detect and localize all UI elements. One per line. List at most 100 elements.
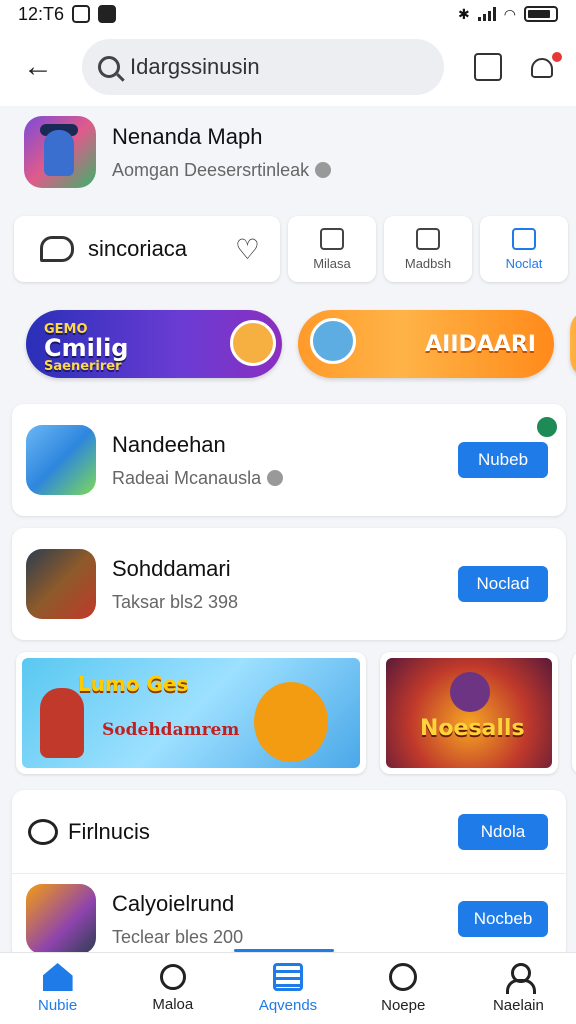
promo-card[interactable]: Noesalls: [380, 652, 558, 774]
promo-card-peek[interactable]: [572, 652, 576, 774]
action-toolbar: sincoriaca ♡ Milasa Madbsh Noclat: [14, 216, 568, 282]
list-item-text: Nandeehan Radeai Mcanausla: [112, 432, 458, 489]
promo-title: Noesalls: [420, 716, 525, 741]
bluetooth-icon: ✱: [458, 5, 470, 22]
list-item-title: Nandeehan: [112, 431, 226, 457]
whatsapp-icon: [72, 5, 91, 23]
character-image: [40, 688, 84, 758]
list-icon: [273, 963, 303, 991]
bar-chart-icon: [512, 227, 536, 250]
section-header: Firlnucis Ndola: [12, 790, 566, 874]
list-item-subtitle-row: Radeai Mcanausla: [112, 468, 458, 489]
search-icon: [159, 964, 186, 990]
list-item-subtitle: Teclear bles 200: [112, 926, 244, 947]
search-input[interactable]: [130, 54, 400, 80]
promo-carousel: Lumo Ges Sodehdamrem Noesalls: [16, 652, 576, 774]
tool-button-label: Madbsh: [404, 255, 452, 271]
tool-button-label: Noclat: [505, 255, 543, 271]
status-bar: 12:T6 ✱ ◠: [0, 0, 576, 28]
list-item-text: Calyoielrund Teclear bles 200: [112, 891, 458, 948]
list-item-title: Sohddamari: [112, 555, 231, 581]
group-icon: [28, 818, 58, 845]
banner-line3: Saenerirer: [44, 359, 122, 374]
app-header: Nenanda Maph Aomgan Deesersrtinleak: [24, 116, 332, 188]
house-icon: [416, 227, 440, 250]
app-subtitle: Aomgan Deesersrtinleak: [112, 159, 310, 180]
nav-item-home[interactable]: Nubie: [0, 953, 115, 1024]
list-item[interactable]: Nandeehan Radeai Mcanausla Nubeb: [12, 404, 566, 516]
chat-action-label: sincoriaca: [88, 236, 188, 261]
character-image: [450, 672, 490, 712]
list-item-title: Calyoielrund: [112, 890, 235, 916]
bell-icon: [531, 58, 553, 78]
mascot-image: [230, 320, 276, 366]
verified-icon: [267, 470, 284, 486]
logo-character: [44, 130, 74, 176]
banner-title: AIIDAARI: [425, 332, 536, 357]
battery-icon: [524, 6, 558, 22]
character-image: [254, 682, 328, 762]
chat-action[interactable]: sincoriaca ♡: [14, 216, 280, 282]
search-icon: [98, 56, 120, 78]
chat-badge-icon[interactable]: [534, 414, 560, 440]
app-list-card: Nandeehan Radeai Mcanausla Nubeb: [12, 404, 566, 516]
nav-item-list[interactable]: Aqvends: [230, 953, 345, 1024]
notification-dot: [550, 50, 564, 64]
camera-icon: [320, 227, 344, 250]
promo-image: Noesalls: [386, 658, 552, 768]
game-icon: [26, 549, 96, 619]
tool-button-instagram[interactable]: Milasa: [288, 216, 376, 282]
install-button[interactable]: Noclad: [458, 566, 548, 602]
game-icon: [26, 425, 96, 495]
nav-label: Nubie: [38, 997, 78, 1014]
notification-bell[interactable]: [528, 50, 564, 82]
top-bar: ←: [0, 28, 576, 106]
section-action-button[interactable]: Ndola: [458, 813, 548, 850]
list-item-subtitle: Radeai Mcanausla: [112, 467, 262, 488]
install-button[interactable]: Nocbeb: [458, 901, 548, 937]
app-notification-icon: [98, 5, 117, 23]
list-item[interactable]: Sohddamari Taksar bls2 398 Noclad: [12, 528, 566, 640]
nav-label: Maloa: [152, 996, 194, 1013]
app-title: Nenanda Maph: [112, 123, 263, 149]
clock-icon[interactable]: [474, 53, 502, 81]
promo-title: Lumo Ges: [78, 672, 189, 696]
search-bar[interactable]: [82, 39, 444, 95]
back-arrow-icon[interactable]: ←: [18, 47, 58, 87]
banner-carousel: GEMO Cmilig Saenerirer AIIDAARI: [26, 310, 576, 378]
status-left: 12:T6: [18, 3, 117, 25]
bottom-nav: Nubie Maloa Aqvends Noepe Naelain: [0, 952, 576, 1024]
app-subtitle-row: Aomgan Deesersrtinleak: [112, 159, 332, 181]
banner-game-1[interactable]: GEMO Cmilig Saenerirer: [26, 310, 282, 378]
status-time: 12:T6: [18, 3, 65, 24]
banner-line2: Cmilig: [44, 334, 129, 362]
list-item[interactable]: Calyoielrund Teclear bles 200 Nocbeb: [12, 874, 566, 960]
game-icon: [26, 884, 96, 954]
promo-image: Lumo Ges Sodehdamrem: [22, 658, 360, 768]
tool-button-home[interactable]: Madbsh: [384, 216, 472, 282]
mascot-image: [310, 318, 356, 364]
list-item-subtitle: Taksar bls2 398: [112, 591, 239, 612]
nav-item-search[interactable]: Maloa: [115, 953, 230, 1024]
banner-game-3-peek[interactable]: [570, 310, 576, 378]
install-button[interactable]: Nubeb: [458, 442, 548, 478]
nav-item-profile[interactable]: Naelain: [461, 953, 576, 1024]
nav-label: Aqvends: [258, 997, 318, 1014]
verified-icon: [315, 162, 332, 178]
app-list-card: Sohddamari Taksar bls2 398 Noclad: [12, 528, 566, 640]
banner-title: GEMO Cmilig Saenerirer: [44, 322, 128, 374]
heart-icon[interactable]: ♡: [235, 233, 260, 266]
banner-game-2[interactable]: AIIDAARI: [298, 310, 554, 378]
tool-button-stats[interactable]: Noclat: [480, 216, 568, 282]
nav-label: Noepe: [381, 997, 426, 1014]
app-logo: [24, 116, 96, 188]
wifi-icon: ◠: [503, 5, 516, 22]
list-item-text: Sohddamari Taksar bls2 398: [112, 556, 458, 613]
promo-subtitle: Sodehdamrem: [102, 720, 240, 740]
nav-label: Naelain: [492, 997, 544, 1014]
promo-card[interactable]: Lumo Ges Sodehdamrem: [16, 652, 366, 774]
nav-item-explore[interactable]: Noepe: [346, 953, 461, 1024]
chat-icon: [40, 236, 74, 262]
compass-icon: [389, 963, 418, 991]
status-right: ✱ ◠: [458, 6, 558, 23]
